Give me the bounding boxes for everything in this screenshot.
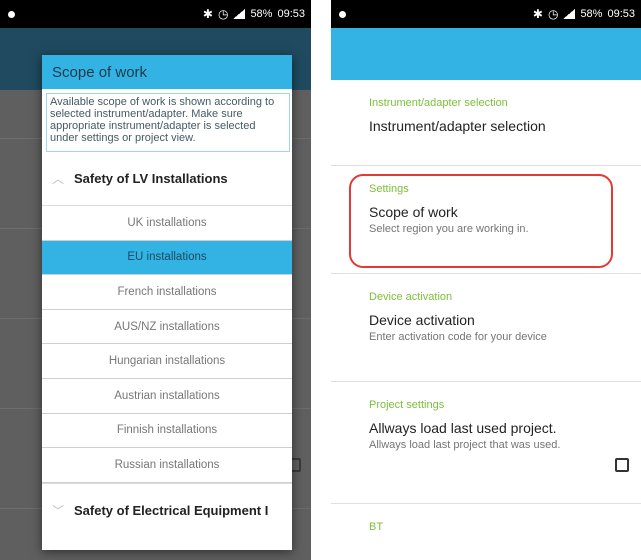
always-load-last-project-checkbox[interactable] — [615, 458, 629, 472]
clock: 09:53 — [607, 8, 635, 20]
right-phone-screen: ✱ ◷ 58% 09:53 Instrument/adapter selecti… — [331, 0, 641, 560]
signal-icon — [233, 9, 246, 19]
settings-list: Instrument/adapter selection Instrument/… — [331, 80, 641, 560]
chevron-up-icon: ︿ — [51, 172, 64, 186]
option-austrian-installations[interactable]: Austrian installations — [42, 379, 292, 414]
option-hungarian-installations[interactable]: Hungarian installations — [42, 344, 292, 379]
alarm-icon: ◷ — [217, 7, 229, 21]
dialog-info-text: Available scope of work is shown accordi… — [46, 93, 290, 152]
battery-level: 58% — [580, 8, 603, 20]
chevron-down-icon: ﹀ — [51, 503, 64, 518]
clock: 09:53 — [277, 8, 305, 20]
option-russian-installations[interactable]: Russian installations — [42, 448, 292, 483]
highlight-frame — [349, 174, 613, 268]
notification-dot-icon — [339, 10, 346, 18]
option-finnish-installations[interactable]: Finnish installations — [42, 414, 292, 449]
bluetooth-icon: ✱ — [202, 7, 213, 21]
section-header: BT — [369, 521, 384, 533]
notification-dot-icon — [8, 10, 15, 18]
group-safety-lv-installations[interactable]: ︿ Safety of LV Installations — [42, 152, 292, 206]
setting-subtitle: Allways load last project that was used. — [369, 439, 561, 451]
option-french-installations[interactable]: French installations — [42, 275, 292, 310]
setting-title: Device activation — [369, 312, 475, 328]
battery-level: 58% — [250, 8, 273, 20]
section-instrument-adapter[interactable]: Instrument/adapter selection Instrument/… — [331, 80, 641, 166]
group-label: Safety of LV Installations — [74, 171, 228, 186]
bluetooth-icon: ✱ — [532, 7, 543, 21]
option-eu-installations-selected[interactable]: EU installations — [42, 240, 292, 276]
group-label: Safety of Electrical Equipment I — [74, 502, 269, 518]
section-header: Instrument/adapter selection — [369, 97, 508, 109]
section-bt: BT — [331, 504, 641, 560]
section-project-settings[interactable]: Project settings Allways load last used … — [331, 382, 641, 504]
section-header: Project settings — [369, 399, 445, 411]
scope-of-work-dialog: Scope of work Available scope of work is… — [42, 55, 292, 550]
setting-subtitle: Enter activation code for your device — [369, 331, 547, 343]
setting-title: Instrument/adapter selection — [369, 118, 546, 134]
status-bar: ✱ ◷ 58% 09:53 — [0, 0, 311, 28]
signal-icon — [563, 9, 576, 19]
status-bar: ✱ ◷ 58% 09:53 — [331, 0, 641, 28]
group-safety-electrical-equipment[interactable]: ﹀ Safety of Electrical Equipment I — [42, 482, 292, 537]
left-phone-screen: ✱ ◷ 58% 09:53 Scope of work Available sc… — [0, 0, 311, 560]
option-aus-nz-installations[interactable]: AUS/NZ installations — [42, 310, 292, 345]
alarm-icon: ◷ — [547, 7, 559, 21]
dialog-title: Scope of work — [42, 55, 292, 89]
section-header: Device activation — [369, 291, 453, 303]
app-bar — [331, 28, 641, 80]
option-uk-installations[interactable]: UK installations — [42, 206, 292, 241]
section-device-activation[interactable]: Device activation Device activation Ente… — [331, 274, 641, 382]
setting-title: Allways load last used project. — [369, 420, 557, 436]
